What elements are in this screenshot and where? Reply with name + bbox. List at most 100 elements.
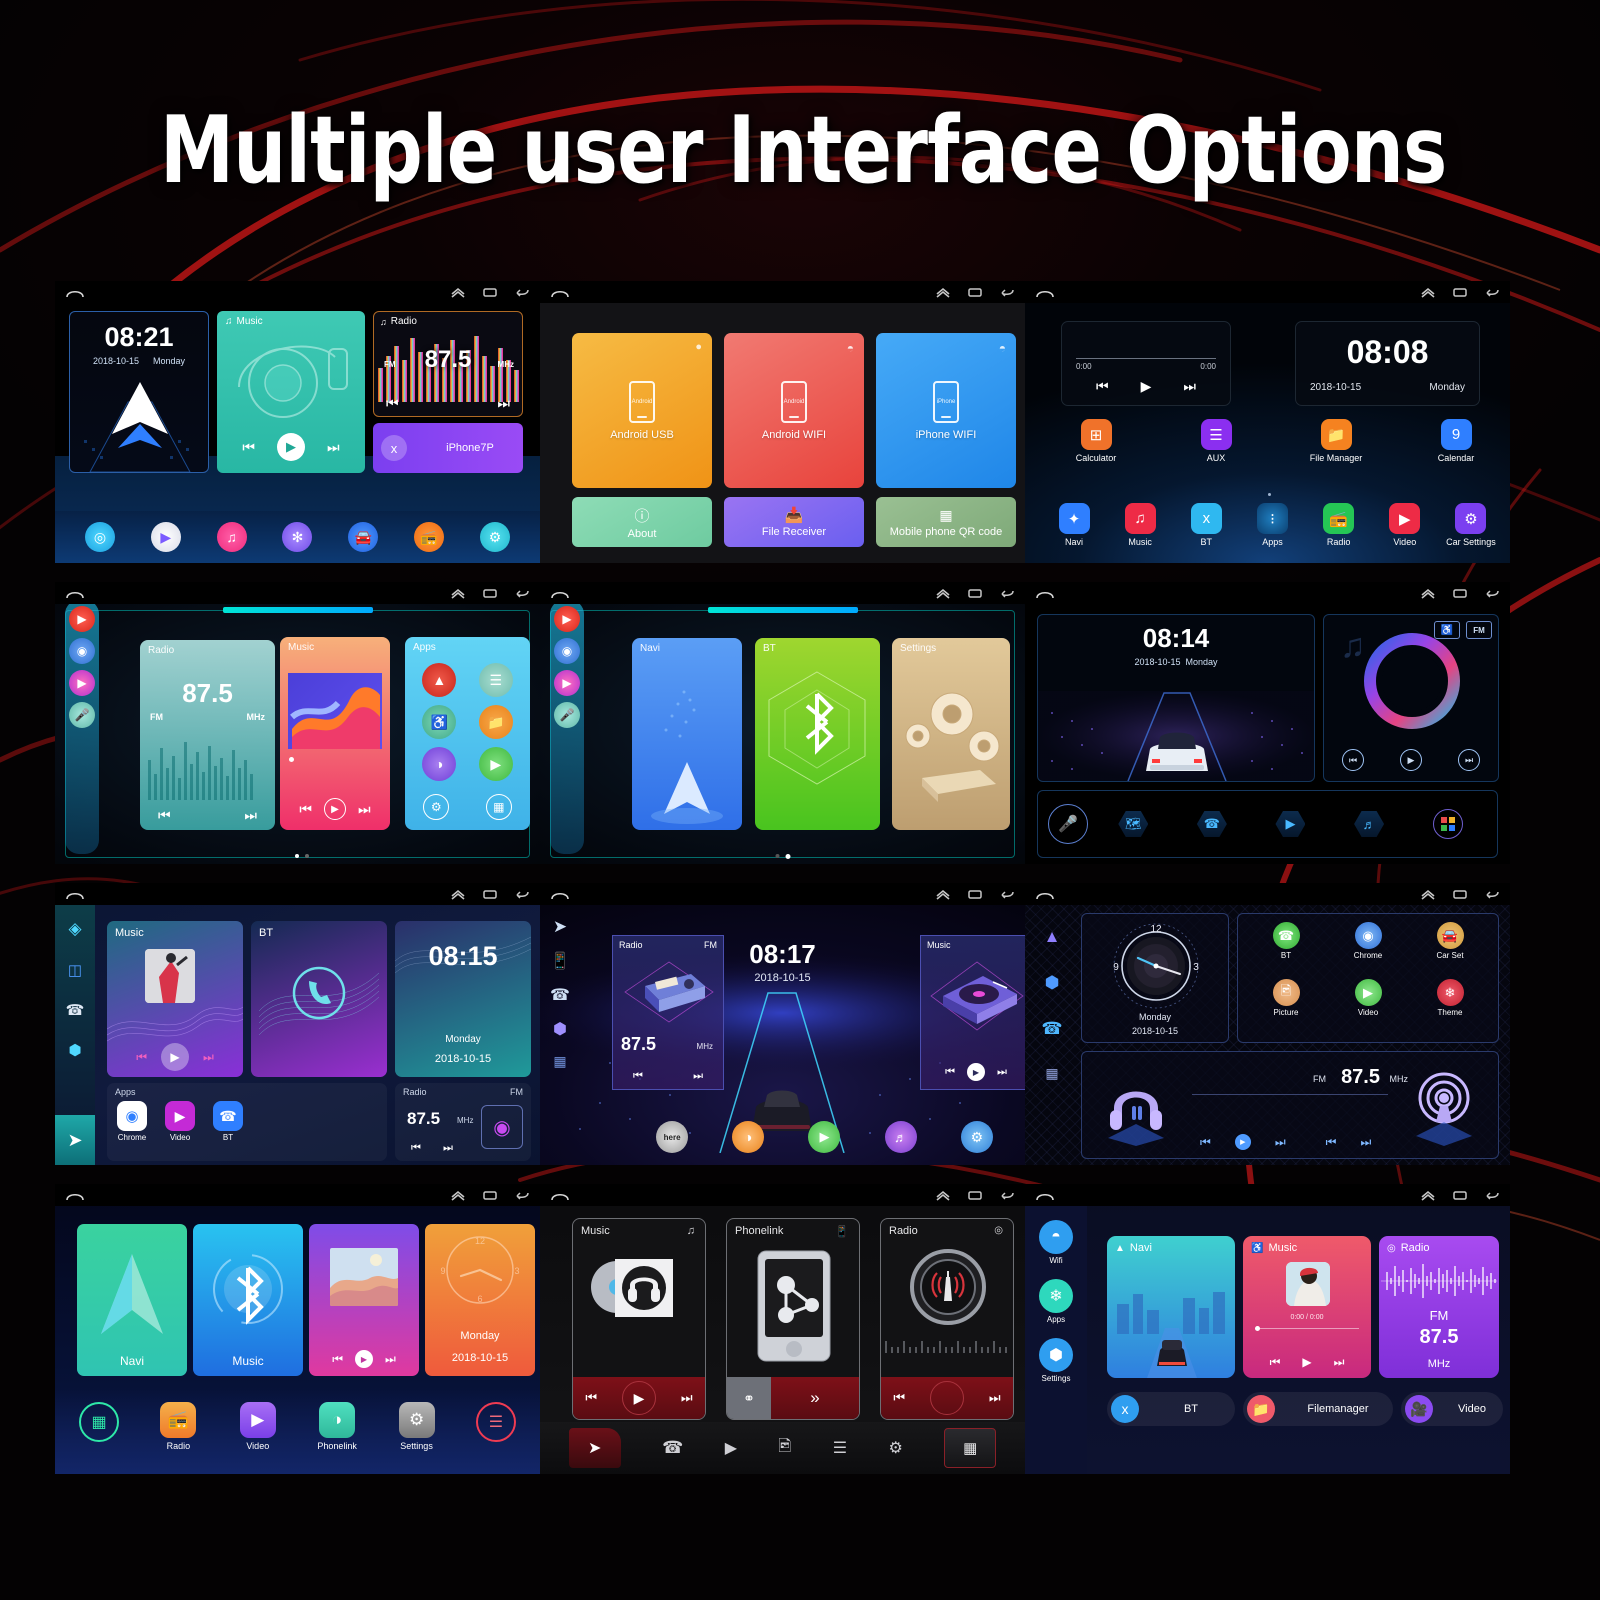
navi-icon[interactable]: ▲: [422, 663, 457, 697]
headset-icon[interactable]: ♿: [422, 705, 457, 739]
phone-icon[interactable]: ☎: [662, 1438, 683, 1458]
play-button[interactable]: ▶: [355, 1350, 373, 1368]
play-button[interactable]: ▶: [277, 433, 305, 461]
music-disc-icon[interactable]: ♬: [1354, 811, 1385, 837]
prev-button[interactable]: ⏮: [1096, 379, 1109, 393]
back-icon[interactable]: [514, 587, 530, 599]
dock-item-video[interactable]: ▶: [150, 522, 181, 552]
chevron-up-icon[interactable]: [450, 286, 466, 298]
dock-item-settings[interactable]: ⚙: [479, 522, 510, 552]
progress-track[interactable]: [1255, 1326, 1359, 1331]
dock-item-apps[interactable]: ▦: [65, 1402, 133, 1442]
home-icon[interactable]: [550, 587, 570, 599]
play-button[interactable]: ▶: [1234, 1134, 1251, 1150]
tile-clock[interactable]: 12 3 9 6 Monday 2018-10-15: [425, 1224, 535, 1376]
gear-icon[interactable]: ⚙: [423, 794, 450, 820]
prev-button[interactable]: ⏮: [1342, 749, 1364, 771]
app-chrome[interactable]: ◉ Chrome: [1328, 922, 1408, 977]
navi-tile[interactable]: ▲ Navi: [1107, 1236, 1235, 1378]
app-file-manager[interactable]: 📁 File Manager: [1301, 419, 1371, 463]
prev-button[interactable]: ⏮: [242, 440, 255, 454]
radio-panel[interactable]: 87.5 FM MHz ⏮ ▶ ⏭ ⏮ ⏭: [1081, 1051, 1499, 1159]
next-button[interactable]: ⏭: [443, 1142, 453, 1155]
signal-icon[interactable]: ◉: [481, 1105, 523, 1149]
bt-card[interactable]: BT: [755, 638, 880, 830]
dock-item-phonelink[interactable]: ◑ Phonelink: [303, 1402, 371, 1451]
clock-card[interactable]: 08:21 2018-10-15 Monday: [69, 311, 209, 473]
prev-button[interactable]: ⏮: [332, 1352, 343, 1367]
chevron-up-icon[interactable]: [450, 587, 466, 599]
settings-card[interactable]: Settings: [892, 638, 1010, 830]
app-music[interactable]: ♫ Music: [1111, 503, 1169, 547]
youtube-icon[interactable]: ▶: [69, 606, 95, 632]
recents-icon[interactable]: [1452, 286, 1468, 298]
app-calendar[interactable]: 9 Calendar: [1421, 419, 1491, 463]
next-button[interactable]: ⏭: [693, 1070, 703, 1083]
music-card[interactable]: Music ⏮ ▶ ⏭: [920, 935, 1025, 1090]
radio-tile[interactable]: ◎ Radio FM 87.5 MHz: [1379, 1236, 1499, 1378]
play-button[interactable]: ▶: [324, 798, 346, 820]
device-screen-2[interactable]: ● Android Android USB ◓ Android Android …: [540, 281, 1025, 563]
device-screen-4[interactable]: ▶ ◉ ▶ 🎤 Radio 87.5 FM MHz ⏮ ⏭ Music ⏮ ▶ …: [55, 582, 540, 864]
navi-paperplane-icon[interactable]: ➤: [553, 917, 567, 937]
app-grid-icon[interactable]: ▦: [1045, 1065, 1058, 1082]
prev-button[interactable]: ⏮: [585, 1390, 597, 1406]
next-button[interactable]: ⏭: [997, 1066, 1007, 1079]
device-screen-6[interactable]: 08:14 2018-10-15 Monday ♿ FM ♫ ⏮ ▶ ⏭ 🎤 🗺…: [1025, 582, 1510, 864]
dock-item-video[interactable]: ▶ Video: [224, 1402, 292, 1451]
microphone-icon[interactable]: 🎤: [69, 702, 95, 728]
tile-navi[interactable]: Navi: [77, 1224, 187, 1376]
gear-icon[interactable]: ⚙: [960, 1121, 993, 1153]
seek-down-button[interactable]: ⏮: [1326, 1135, 1337, 1150]
pill-bt[interactable]: x BT: [1107, 1392, 1235, 1426]
home-icon[interactable]: [550, 286, 570, 298]
recents-icon[interactable]: [1452, 888, 1468, 900]
chrome-icon[interactable]: ◉: [554, 638, 580, 664]
app-bt[interactable]: x BT: [1177, 503, 1235, 547]
app-chrome[interactable]: ◉ Chrome: [117, 1101, 147, 1142]
recents-icon[interactable]: [1452, 1189, 1468, 1201]
back-icon[interactable]: [999, 1189, 1015, 1201]
radio-prev-button[interactable]: ⏮: [386, 396, 399, 410]
analog-clock-panel[interactable]: 12 3 9 Monday 2018-10-15: [1081, 913, 1229, 1043]
device-screen-8[interactable]: ➤ 📱 ☎ ⬢ ▦ 08:17 2018-10-15 Radio FM 87.5…: [540, 883, 1025, 1165]
radio-card[interactable]: Radio FM 87.5 MHz ⏮ ⏭: [612, 935, 724, 1090]
home-icon[interactable]: [65, 888, 85, 900]
folder-icon[interactable]: 📁: [478, 705, 513, 739]
browser-icon[interactable]: ◑: [422, 747, 457, 781]
back-icon[interactable]: [514, 286, 530, 298]
next-button[interactable]: ⏭: [681, 1390, 693, 1406]
phone-bt-icon[interactable]: ☎: [66, 1001, 85, 1019]
home-icon[interactable]: [65, 1189, 85, 1201]
dock-item-theme[interactable]: ✻: [282, 522, 313, 552]
chrome-icon[interactable]: ◉: [69, 638, 95, 664]
play-button[interactable]: ▶: [967, 1063, 985, 1081]
navi-paperplane-icon[interactable]: ➤: [568, 1428, 621, 1468]
prev-button[interactable]: ⏮: [893, 1390, 905, 1406]
home-icon[interactable]: [550, 888, 570, 900]
back-icon[interactable]: [1484, 587, 1500, 599]
radio-panel[interactable]: Radio FM 87.5 MHz ◉ ⏮ ⏭: [395, 1083, 531, 1161]
video-icon[interactable]: ▶: [725, 1438, 737, 1458]
play-button[interactable]: ▶: [1141, 379, 1152, 393]
next-button[interactable]: ⏭: [358, 802, 371, 816]
hexagon-settings-icon[interactable]: ⬢: [553, 1019, 567, 1039]
app-radio[interactable]: 📻 Radio: [1310, 503, 1368, 547]
prev-button[interactable]: ⏮: [633, 1070, 643, 1083]
device-screen-10[interactable]: Navi Music ⏮ ▶ ⏭ 12 3 9 6 Monday 2018-10…: [55, 1184, 540, 1474]
pill-filemanager[interactable]: 📁 Filemanager: [1243, 1392, 1393, 1426]
app-video[interactable]: ▶ Video: [165, 1101, 195, 1142]
music-tile[interactable]: Music ⏮ ▶ ⏭: [107, 921, 243, 1077]
home-icon[interactable]: [1035, 1189, 1055, 1201]
app-calculator[interactable]: ⊞ Calculator: [1061, 419, 1131, 463]
recents-icon[interactable]: [967, 1189, 983, 1201]
play-button[interactable]: ▶: [621, 1381, 656, 1415]
next-button[interactable]: ⏭: [1183, 379, 1196, 393]
dock-item-navi[interactable]: ◎: [84, 522, 115, 552]
device-screen-1[interactable]: 08:21 2018-10-15 Monday ♫ Music ⏮ ▶ ⏭ ♫ …: [55, 281, 540, 563]
video-icon[interactable]: ▶: [478, 747, 513, 781]
recents-icon[interactable]: [1452, 587, 1468, 599]
radio-next-button[interactable]: ⏭: [497, 396, 510, 410]
forward-button[interactable]: »: [771, 1377, 859, 1419]
music-card[interactable]: Music ⏮ ▶ ⏭: [280, 637, 390, 830]
